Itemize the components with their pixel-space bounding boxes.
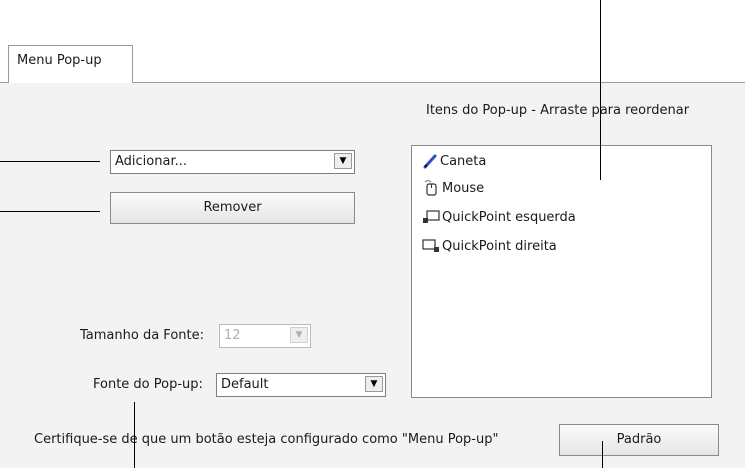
list-caption: Itens do Pop-up - Arraste para reordenar (426, 103, 690, 118)
font-size-label: Tamanho da Fonte: (80, 328, 204, 343)
popup-font-value: Default (221, 377, 269, 392)
add-dropdown-value: Adicionar... (115, 154, 187, 169)
add-dropdown[interactable]: Adicionar... ▼ (110, 150, 355, 174)
callout-line (600, 0, 601, 180)
mouse-icon (424, 180, 437, 196)
remove-button[interactable]: Remover (110, 192, 355, 224)
callout-line (0, 161, 100, 162)
font-size-dropdown[interactable]: 12 ▼ (219, 324, 311, 348)
list-item-label: QuickPoint esquerda (442, 209, 576, 225)
quickpoint-left-icon (423, 210, 440, 223)
list-item-label: Mouse (442, 180, 485, 196)
list-item[interactable]: Caneta (422, 150, 486, 172)
footer-note: Certifique-se de que um botão esteja con… (34, 432, 499, 447)
chevron-down-icon[interactable]: ▼ (365, 376, 383, 392)
chevron-down-icon[interactable]: ▼ (290, 327, 308, 343)
popup-items-list[interactable]: Caneta Mouse QuickPoint esquerda QuickPo… (411, 145, 712, 398)
remove-button-label: Remover (203, 200, 262, 215)
list-item-label: QuickPoint direita (442, 238, 557, 254)
popup-font-dropdown[interactable]: Default ▼ (216, 373, 386, 397)
callout-line (134, 402, 135, 468)
default-button[interactable]: Padrão (559, 424, 719, 456)
font-size-value: 12 (224, 328, 241, 343)
list-item[interactable]: Mouse (422, 177, 484, 199)
list-item-label: Caneta (440, 153, 487, 169)
chevron-down-icon[interactable]: ▼ (334, 153, 352, 169)
tab-menu-popup[interactable]: Menu Pop-up (8, 45, 133, 83)
list-item[interactable]: QuickPoint direita (422, 235, 557, 257)
tab-label: Menu Pop-up (17, 53, 102, 68)
callout-line (0, 211, 100, 212)
pen-icon (423, 154, 437, 169)
quickpoint-right-icon (422, 239, 439, 252)
default-button-label: Padrão (616, 432, 662, 447)
list-item[interactable]: QuickPoint esquerda (422, 206, 576, 228)
popup-font-label: Fonte do Pop-up: (93, 377, 203, 392)
callout-line (602, 441, 603, 468)
